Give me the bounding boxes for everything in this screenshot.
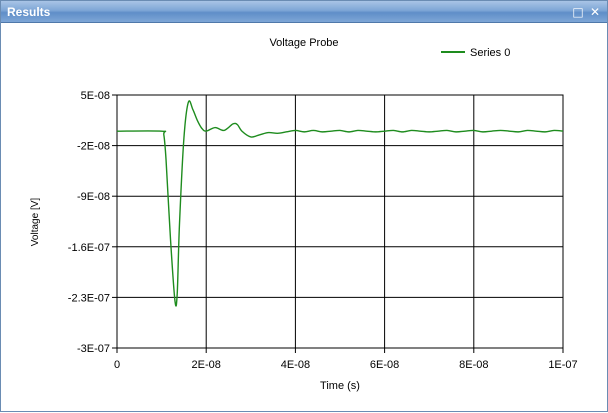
chart-panel: 0 2E-08 4E-08 6E-08 8E-08 1E-07 5E-08 -2E-08 -9E… bbox=[5, 24, 603, 408]
window-title: Results bbox=[7, 5, 51, 19]
close-icon[interactable]: ✕ bbox=[588, 5, 602, 19]
x-tick-label: 0 bbox=[114, 359, 120, 371]
legend-label-series-0: Series 0 bbox=[470, 47, 510, 59]
x-tick-label: 6E-08 bbox=[370, 359, 399, 371]
x-tick-label: 4E-08 bbox=[281, 359, 310, 371]
y-tick-label: -3E-07 bbox=[77, 343, 110, 355]
results-window: Results □ ✕ 0 2E-08 4E-08 6E-08 8E-08 1E-07 5E… bbox=[0, 0, 608, 412]
x-tick-label: 8E-08 bbox=[459, 359, 488, 371]
series-0-line bbox=[116, 100, 564, 307]
voltage-chart: 0 2E-08 4E-08 6E-08 8E-08 1E-07 5E-08 -2E-08 -9E… bbox=[30, 37, 578, 392]
maximize-icon[interactable]: □ bbox=[571, 5, 585, 19]
window-titlebar[interactable]: Results □ ✕ bbox=[1, 1, 607, 23]
legend: Series 0 bbox=[441, 47, 510, 59]
y-tick-label: -2E-08 bbox=[77, 141, 110, 153]
chart-title: Voltage Probe bbox=[269, 37, 338, 49]
y-tick-label: -2.3E-07 bbox=[68, 292, 110, 304]
y-tick-label: 5E-08 bbox=[81, 90, 110, 102]
y-tick-label: -1.6E-07 bbox=[68, 242, 110, 254]
x-axis-label: Time (s) bbox=[320, 380, 360, 392]
y-axis-label: Voltage [V] bbox=[30, 198, 41, 247]
x-tick-label: 2E-08 bbox=[192, 359, 221, 371]
x-tick-label: 1E-07 bbox=[548, 359, 577, 371]
y-tick-label: -9E-08 bbox=[77, 191, 110, 203]
